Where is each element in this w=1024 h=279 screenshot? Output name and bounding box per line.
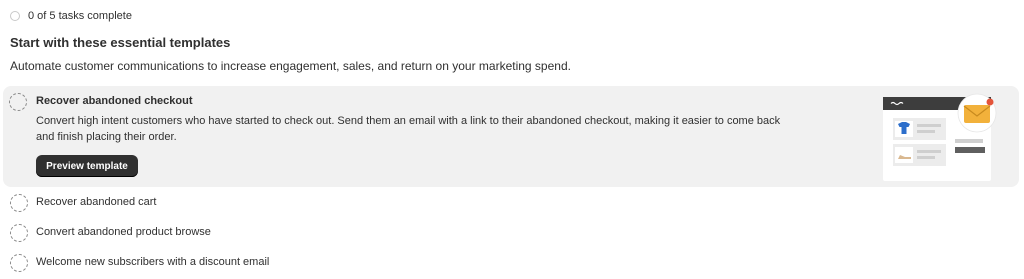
progress-indicator: 0 of 5 tasks complete [10,9,132,23]
task-description: Convert high intent customers who have s… [36,115,781,143]
task-label: Recover abandoned cart [36,196,157,208]
email-template-illustration [883,93,997,181]
section-subtitle: Automate customer communications to incr… [10,59,571,73]
incomplete-task-icon[interactable] [10,194,28,212]
task-label: Convert abandoned product browse [36,226,211,238]
incomplete-task-icon[interactable] [10,224,28,242]
progress-text: 0 of 5 tasks complete [28,10,132,22]
section-title: Start with these essential templates [10,35,231,50]
task-panel-recover-abandoned-checkout[interactable]: Recover abandoned checkout Convert high … [3,86,1019,187]
task-title: Recover abandoned checkout [36,95,193,107]
preview-template-button[interactable]: Preview template [36,155,138,177]
task-label: Welcome new subscribers with a discount … [36,256,270,268]
progress-circle-icon [10,11,20,21]
incomplete-task-icon[interactable] [9,93,27,111]
incomplete-task-icon[interactable] [10,254,28,272]
